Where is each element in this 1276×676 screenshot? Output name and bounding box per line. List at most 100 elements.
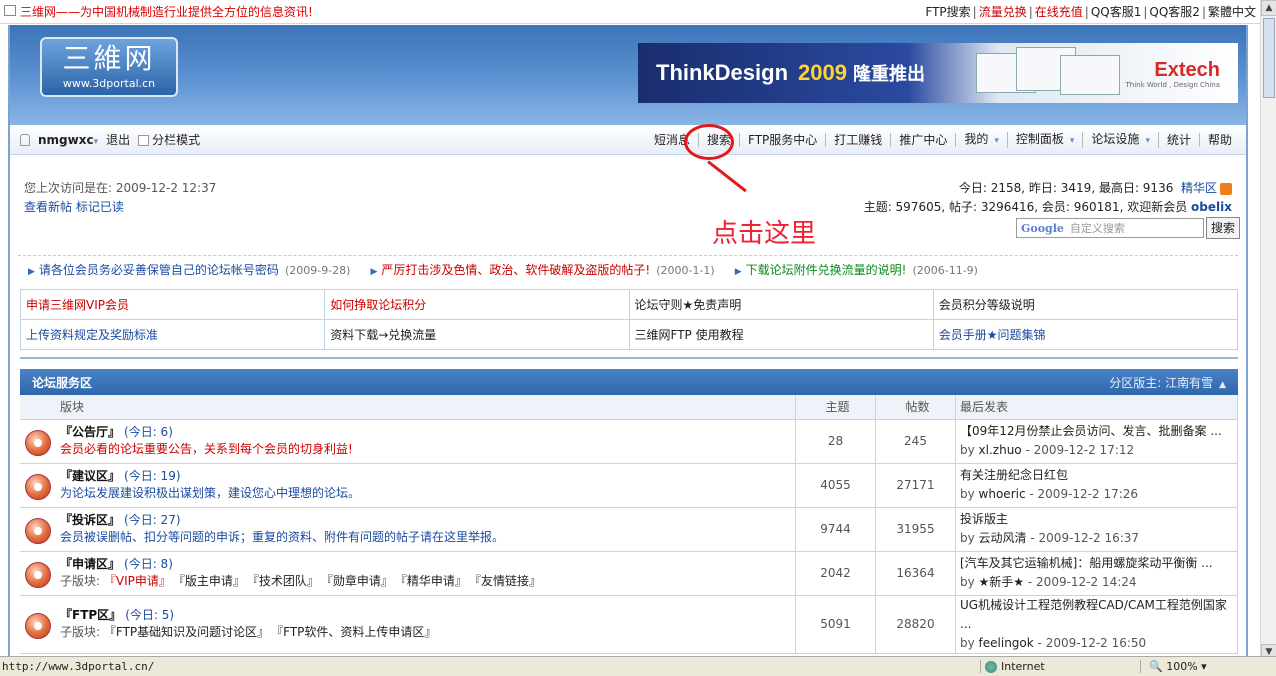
site-logo[interactable]: 三維网 www.3dportal.cn [40,37,178,97]
section-title[interactable]: 论坛服务区 [32,374,92,391]
quick-link[interactable]: 会员手册★问题集锦 [939,328,1046,342]
scrollbar[interactable]: ▲ ▼ [1260,0,1276,660]
chevron-down-icon: ▾ [1069,135,1075,146]
last-post-cell: 【09年12月份禁止会员访问、发言、批删备案 ... by xl.zhuo - 2… [955,419,1238,464]
forum-today-count: (今日: 5) [125,608,175,622]
topics-count: 9744 [795,507,876,552]
username-menu[interactable]: nmgwxc▾ [38,133,98,147]
subforum-link[interactable]: 『版主申请』 [179,574,245,588]
announcement-text[interactable]: 严厉打击涉及色情、政治、软件破解及盗版的帖子! [381,263,650,277]
newest-member-link[interactable]: obelix [1191,200,1232,214]
forum-row: 『FTP区』 (今日: 5) 子版块: 『FTP基础知识及问题讨论区』 『FTP软件、… [20,595,1238,654]
top-link[interactable]: 在线充值 [1035,5,1083,19]
digest-link[interactable]: 精华区 [1181,181,1217,195]
top-link[interactable]: 流量兑换 [979,5,1027,19]
nav-item[interactable]: 帮助 [1200,133,1240,147]
quick-link[interactable]: 资料下载→兑换流量 [330,328,436,342]
quick-link-cell: 会员手册★问题集锦 [932,319,1239,350]
zoom-control[interactable]: 🔍 100% ▾ [1140,660,1207,673]
site-slogan[interactable]: 三维网——为中国机械制造行业提供全方位的信息资讯! [4,3,313,20]
link-separator: | [1143,5,1148,19]
site-header: 三維网 www.3dportal.cn ThinkDesign 2009 隆重推… [10,25,1246,125]
announcement-item[interactable]: ▶ 下载论坛附件兑换流量的说明! (2006-11-9) [735,261,978,278]
scroll-thumb[interactable] [1263,18,1275,98]
nav-item[interactable]: 控制面板 ▾ [1008,131,1084,148]
quick-link[interactable]: 论坛守则★免责声明 [635,298,742,312]
last-post-meta: by feelingok - 2009-12-2 16:50 [960,635,1147,650]
forum-today-count: (今日: 19) [124,469,181,483]
forum-name[interactable]: 『建议区』 [60,469,120,483]
forum-name[interactable]: 『公告厅』 [60,425,120,439]
quick-link[interactable]: 如何挣取论坛积分 [330,298,426,312]
nav-item[interactable]: 论坛设施 ▾ [1083,131,1159,148]
quick-link[interactable]: 申请三维网VIP会员 [26,298,129,312]
last-post-author[interactable]: whoeric [979,487,1026,501]
nav-item[interactable]: 统计 [1159,132,1200,147]
top-link[interactable]: 繁體中文 [1208,5,1256,19]
chevron-down-icon: ▾ [93,136,99,147]
forum-status-icon [25,429,51,456]
home-icon[interactable] [4,5,16,16]
quick-link[interactable]: 会员积分等级说明 [939,298,1035,312]
last-post-title[interactable]: 【09年12月份禁止会员访问、发言、批删备案 ... [960,422,1237,441]
new-posts-link[interactable]: 查看新帖 [24,200,72,214]
subforum-link[interactable]: 『友情链接』 [475,574,541,588]
announcement-item[interactable]: ▶ 严厉打击涉及色情、政治、软件破解及盗版的帖子! (2000-1-1) [370,261,714,278]
announcement-text[interactable]: 下载论坛附件兑换流量的说明! [746,263,907,277]
announcement-text[interactable]: 请各位会员务必妥善保管自己的论坛帐号密码 [39,263,279,277]
subforum-link[interactable]: 『勋章申请』 [327,574,393,588]
last-post-title[interactable]: 有关注册纪念日红包 [960,466,1237,485]
nav-item[interactable]: FTP服务中心 [740,132,827,147]
banner-year: 2009 [798,60,847,85]
top-link[interactable]: QQ客服1 [1091,5,1142,19]
search-box: Google 自定义搜索 搜索 [1015,217,1240,239]
forum-title-line: 『公告厅』 (今日: 6) [60,423,795,440]
quick-link-cell: 三维网FTP 使用教程 [628,319,934,350]
ad-banner[interactable]: ThinkDesign 2009 隆重推出 Extech Think World… [638,43,1238,103]
announcement-item[interactable]: ▶ 请各位会员务必妥善保管自己的论坛帐号密码 (2009-9-28) [28,261,350,278]
subforum-link[interactable]: 『技术团队』 [253,574,319,588]
quick-link-cell: 论坛守则★免责声明 [628,289,934,320]
forum-row: 『申请区』 (今日: 8) 子版块: 『VIP申请』 『版主申请』 『技术团队』 『勋章申… [20,551,1238,596]
collapse-icon[interactable]: ▲ [1219,380,1226,390]
subforum-link[interactable]: 『精华申请』 [401,574,467,588]
quick-link[interactable]: 三维网FTP 使用教程 [635,328,744,342]
posts-count: 27171 [875,463,956,508]
last-col-header: 最后发表 [955,395,1238,420]
last-post-author[interactable]: ★新手★ [979,575,1025,589]
logout-link[interactable]: 退出 [106,131,130,148]
forum-title-line: 『建议区』 (今日: 19) [60,467,795,484]
subforum-link[interactable]: 『FTP基础知识及问题讨论区』 [104,625,269,639]
top-link[interactable]: QQ客服2 [1149,5,1200,19]
announcement-bar: ▶ 请各位会员务必妥善保管自己的论坛帐号密码 (2009-9-28) ▶ 严厉打击涉及色… [18,255,1238,283]
last-post-title[interactable]: 投诉版主 [960,510,1237,529]
top-link[interactable]: FTP搜索 [925,5,970,19]
scroll-up-icon[interactable]: ▲ [1261,0,1276,16]
quick-link[interactable]: 上传资料规定及奖励标准 [26,328,158,342]
search-input[interactable]: Google 自定义搜索 [1015,218,1204,238]
checkbox-icon[interactable] [138,135,150,146]
forum-name[interactable]: 『申请区』 [60,557,120,571]
last-post-cell: UG机械设计工程范例教程CAD/CAM工程范例国家 ... by feelingo… [955,595,1238,654]
nav-item[interactable]: 我的 ▾ [956,131,1008,148]
last-post-author[interactable]: xl.zhuo [979,443,1022,457]
subforum-link[interactable]: 『FTP软件、资料上传申请区』 [277,625,436,639]
user-icon [20,133,30,146]
forum-name[interactable]: 『FTP区』 [60,608,121,622]
forum-name[interactable]: 『投诉区』 [60,513,120,527]
split-mode-toggle[interactable]: 分栏模式 [138,131,200,148]
last-post-author[interactable]: feelingok [979,636,1034,650]
nav-item[interactable]: 推广中心 [891,132,957,147]
last-post-title[interactable]: [汽车及其它运输机械]：船用螺旋桨动平衡衡 ... [960,554,1237,573]
nav-item[interactable]: 打工赚钱 [826,132,892,147]
last-post-author[interactable]: 云动风清 [979,531,1027,545]
subforum-link[interactable]: 『VIP申请』 [104,574,171,588]
last-post-title[interactable]: UG机械设计工程范例教程CAD/CAM工程范例国家 ... [960,596,1237,634]
slogan-text[interactable]: 三维网——为中国机械制造行业提供全方位的信息资讯! [20,3,313,20]
rss-icon[interactable] [1220,182,1232,195]
mark-read-link[interactable]: 标记已读 [76,200,124,214]
subforum-list: 子版块: 『FTP基础知识及问题讨论区』 『FTP软件、资料上传申请区』 [60,623,795,642]
forum-name-cell: 『建议区』 (今日: 19) 为论坛发展建设积极出谋划策，建设您心中理想的论坛。 [56,463,796,508]
search-button[interactable]: 搜索 [1205,217,1240,239]
split-mode-label: 分栏模式 [152,133,201,147]
